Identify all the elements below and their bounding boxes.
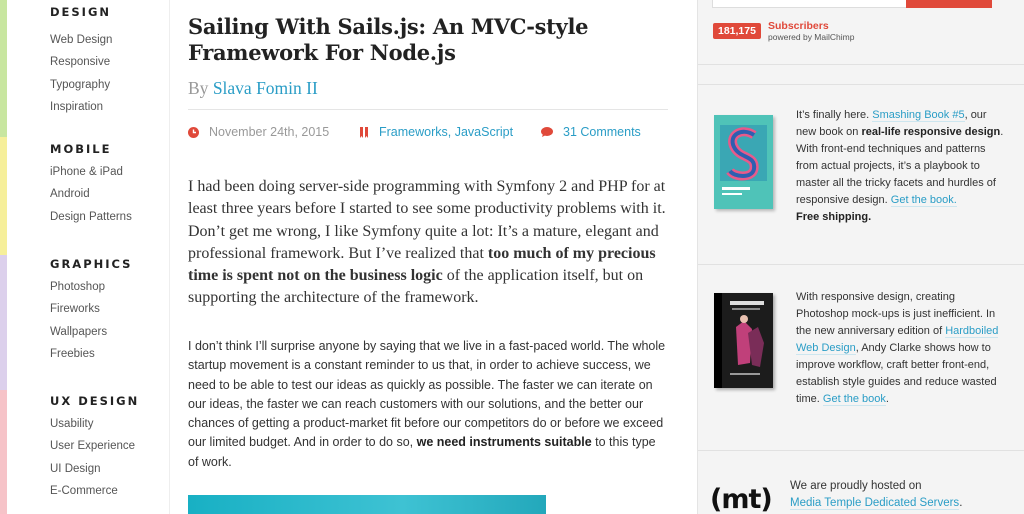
media-temple-link[interactable]: Media Temple Dedicated Servers [790,497,960,510]
book-cover-art [714,293,764,388]
nav-section-design: DESIGN Web Design Responsive Typography … [50,3,112,118]
nav-item-ui-design[interactable]: UI Design [50,458,139,480]
speech-bubble-icon [541,127,553,137]
subscriber-count-badge: 181,175 [713,23,761,39]
nav-item-inspiration[interactable]: Inspiration [50,96,112,118]
promo1-bold-1: real-life responsive design [861,126,1001,138]
article-title: Sailing With Sails.js: An MVC-style Fram… [188,14,589,65]
nav-item-user-experience[interactable]: User Experience [50,435,139,457]
right-sidebar: 181,175 Subscribers powered by MailChimp… [697,0,1024,514]
promo1-text-1: It’s finally here. [796,109,873,121]
bookmark-icon [360,126,368,138]
category-sidebar: DESIGN Web Design Responsive Typography … [7,0,170,514]
hardboiled-book-promo: With responsive design, creating Photosh… [796,289,1006,408]
newsletter-email-input[interactable] [712,0,908,8]
comments-link[interactable]: 31 Comments [563,125,641,139]
body-bold: we need instruments suitable [416,435,592,450]
body-paragraph: I don’t think I’ll surprise anyone by sa… [188,337,668,472]
nav-heading: GRAPHICS [50,257,133,271]
hosting-text: We are proudly hosted on [790,480,922,492]
meta-comments: 31 Comments [541,125,641,139]
byline: By Slava Fomin II [188,78,318,99]
nav-item-photoshop[interactable]: Photoshop [50,276,132,298]
nav-item-responsive[interactable]: Responsive [50,51,112,73]
nav-item-iphone-ipad[interactable]: iPhone & iPad [50,161,132,183]
mailchimp-credit: powered by MailChimp [768,32,855,42]
article-meta: November 24th, 2015 Frameworks, JavaScri… [188,125,668,141]
category-link-javascript[interactable]: JavaScript [455,125,513,139]
smashing-book-link[interactable]: Smashing Book #5 [872,109,965,122]
category-link-frameworks[interactable]: Frameworks [379,125,448,139]
nav-item-design-patterns[interactable]: Design Patterns [50,206,132,228]
byline-prefix: By [188,78,209,98]
newsletter-subscribe-button[interactable] [906,0,992,8]
nav-heading: DESIGN [50,5,112,19]
clock-icon [188,126,199,138]
article-image [188,495,546,514]
promo2-text-3: . [885,393,889,405]
get-the-book-link[interactable]: Get the book. [890,194,957,207]
nav-item-wallpapers[interactable]: Wallpapers [50,321,132,343]
hardboiled-web-design-cover[interactable] [714,293,773,388]
nav-item-freebies[interactable]: Freebies [50,343,132,365]
nav-item-usability[interactable]: Usability [50,413,139,435]
hosting-note: We are proudly hosted on Media Temple De… [790,478,1010,512]
get-the-book-link-2[interactable]: Get the book [822,393,886,406]
sidebar-divider [698,450,1024,451]
meta-categories: Frameworks, JavaScript [360,125,513,139]
free-shipping-text: Free shipping. [796,211,872,223]
sidebar-divider [698,64,1024,65]
smashing-book-5-cover[interactable] [714,115,773,209]
sidebar-divider [698,264,1024,265]
smashing-book-promo: It’s finally here. Smashing Book #5, our… [796,107,1006,226]
author-link[interactable]: Slava Fomin II [213,78,318,98]
nav-section-mobile: MOBILE iPhone & iPad Android Design Patt… [50,140,132,228]
book-cover-art [720,125,767,195]
hosting-suffix: . [959,497,963,509]
nav-item-android[interactable]: Android [50,183,132,205]
nav-item-typography[interactable]: Typography [50,74,112,96]
subscribers-label: Subscribers [768,20,829,32]
meta-date: November 24th, 2015 [188,125,329,139]
meta-divider [188,109,668,110]
nav-item-e-commerce[interactable]: E-Commerce [50,480,139,502]
nav-section-ux-design: UX DESIGN Usability User Experience UI D… [50,392,139,502]
sidebar-color-strip [0,0,7,514]
sidebar-divider [698,84,1024,85]
nav-heading: MOBILE [50,142,112,156]
nav-heading: UX DESIGN [50,394,140,408]
lead-paragraph: I had been doing server-side programming… [188,176,668,310]
article-date: November 24th, 2015 [209,125,330,139]
category-separator: , [447,125,455,139]
nav-item-fireworks[interactable]: Fireworks [50,298,132,320]
media-temple-logo[interactable]: (mt) [710,484,773,514]
nav-item-web-design[interactable]: Web Design [50,29,112,51]
nav-section-graphics: GRAPHICS Photoshop Fireworks Wallpapers … [50,255,132,365]
body-text-1: I don’t think I’ll surprise anyone by sa… [188,339,666,450]
